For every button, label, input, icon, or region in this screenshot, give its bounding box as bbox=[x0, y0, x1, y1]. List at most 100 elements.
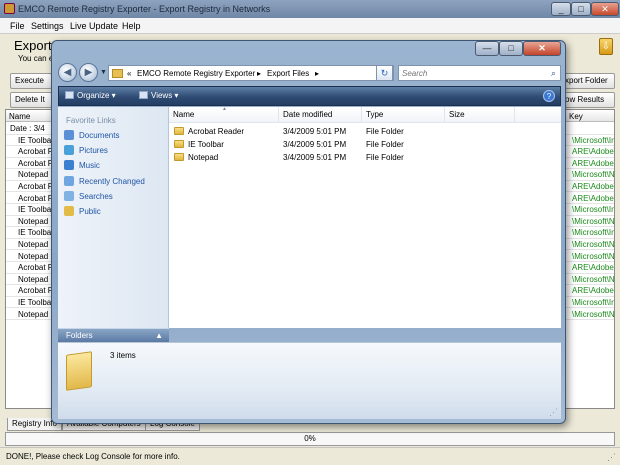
delete-button[interactable]: Delete It bbox=[10, 92, 52, 108]
recent-pages-chevron-icon[interactable]: ▼ bbox=[100, 69, 107, 76]
col-name[interactable]: Name ▲ bbox=[169, 106, 279, 123]
col-date-modified[interactable]: Date modified bbox=[279, 107, 362, 123]
show-results-button[interactable]: ow Results bbox=[560, 92, 615, 108]
col-type[interactable]: Type bbox=[362, 107, 445, 123]
folder-icon bbox=[174, 127, 184, 135]
item-count: 3 items bbox=[110, 351, 136, 360]
nav-link-label: Public bbox=[79, 207, 101, 216]
nav-link-searches[interactable]: Searches bbox=[64, 190, 113, 203]
file-list[interactable]: Name ▲ Date modified Type Size Acrobat Re… bbox=[169, 106, 561, 328]
row-name: Notepad bbox=[18, 170, 49, 180]
file-name: IE Toolbar bbox=[188, 140, 224, 149]
app-titlebar[interactable]: EMCO Remote Registry Exporter - Export R… bbox=[0, 0, 620, 18]
row-key: \Microsoft\Int bbox=[572, 297, 615, 307]
folders-toggle[interactable]: Folders ▲ bbox=[58, 328, 169, 342]
app-maximize-button[interactable]: □ bbox=[571, 2, 591, 16]
pictures-icon bbox=[64, 145, 74, 156]
col-name-label: Name bbox=[173, 110, 195, 119]
row-name: Notepad bbox=[18, 309, 49, 319]
row-key: \Microsoft\Int bbox=[572, 135, 615, 145]
row-name: IE Toolbar bbox=[18, 135, 54, 145]
resize-grip-icon[interactable]: ⋰ bbox=[607, 452, 617, 462]
row-key: ARE\Adobe\A bbox=[572, 147, 614, 157]
file-date: 3/4/2009 5:01 PM bbox=[283, 153, 347, 162]
details-pane: 3 items ⋰ bbox=[58, 342, 561, 419]
status-text: DONE!, Please check Log Console for more… bbox=[6, 452, 180, 461]
search-input[interactable] bbox=[402, 67, 542, 79]
address-field[interactable]: « EMCO Remote Registry Exporter ▸ Export… bbox=[108, 65, 394, 81]
row-key: ARE\Adobe\A bbox=[572, 286, 614, 296]
breadcrumb-export-files[interactable]: Export Files bbox=[267, 69, 309, 78]
file-name: Acrobat Reader bbox=[188, 127, 245, 136]
organize-icon bbox=[65, 91, 74, 99]
file-name: Notepad bbox=[188, 153, 219, 162]
nav-link-documents[interactable]: Documents bbox=[64, 130, 119, 142]
row-key: ARE\Adobe\A bbox=[572, 263, 614, 273]
views-button[interactable]: Views ▾ bbox=[139, 91, 178, 100]
explorer-close-button[interactable]: ✕ bbox=[523, 41, 561, 56]
search-icon[interactable]: ⌕ bbox=[551, 68, 556, 79]
music-icon bbox=[64, 160, 74, 171]
breadcrumb-separator-icon[interactable]: ▸ bbox=[315, 69, 319, 78]
row-name: Notepad bbox=[18, 239, 49, 249]
search-box[interactable]: ⌕ bbox=[398, 65, 561, 81]
file-type: File Folder bbox=[366, 140, 404, 149]
row-name: Notepad bbox=[18, 274, 49, 284]
resize-grip-icon[interactable]: ⋰ bbox=[549, 407, 558, 418]
execute-button[interactable]: Execute bbox=[10, 73, 52, 89]
menu-file[interactable]: File bbox=[10, 21, 25, 31]
sort-ascending-icon: ▲ bbox=[222, 106, 227, 112]
views-icon bbox=[139, 91, 148, 99]
nav-link-pictures[interactable]: Pictures bbox=[64, 145, 108, 157]
forward-button[interactable]: ▶ bbox=[79, 63, 98, 82]
page-heading: Export bbox=[14, 38, 52, 53]
file-row[interactable]: Notepad 3/4/2009 5:01 PM File Folder bbox=[169, 151, 561, 164]
explorer-maximize-button[interactable]: □ bbox=[499, 41, 523, 56]
refresh-button[interactable]: ↻ bbox=[376, 65, 393, 81]
file-row[interactable]: IE Toolbar 3/4/2009 5:01 PM File Folder bbox=[169, 138, 561, 151]
help-icon[interactable]: ? bbox=[543, 90, 555, 102]
file-type: File Folder bbox=[366, 153, 404, 162]
col-name-header[interactable]: Name bbox=[9, 112, 30, 121]
export-files-explorer-window[interactable]: — □ ✕ ◀ ▶ ▼ « EMCO Remote Registry Expor… bbox=[51, 40, 566, 424]
progress-bar: 0% bbox=[5, 432, 615, 446]
row-key: ARE\Adobe\A bbox=[572, 158, 614, 168]
breadcrumb-separator-icon[interactable]: ▸ bbox=[257, 69, 261, 78]
breadcrumb-emco[interactable]: EMCO Remote Registry Exporter bbox=[137, 69, 255, 78]
nav-link-public[interactable]: Public bbox=[64, 206, 101, 218]
menu-bar: File Settings Live Update Help bbox=[0, 18, 620, 34]
row-key: \Microsoft\Nc bbox=[572, 274, 615, 284]
file-date: 3/4/2009 5:01 PM bbox=[283, 140, 347, 149]
page-subheading: You can e bbox=[18, 54, 54, 63]
row-key: \Microsoft\Nc bbox=[572, 170, 615, 180]
row-key: \Microsoft\Nc bbox=[572, 309, 615, 319]
nav-link-music[interactable]: Music bbox=[64, 160, 100, 172]
download-icon[interactable]: ⇩ bbox=[599, 38, 613, 55]
app-minimize-button[interactable]: _ bbox=[551, 2, 571, 16]
menu-settings[interactable]: Settings bbox=[31, 21, 64, 31]
export-folder-button[interactable]: xport Folder bbox=[560, 73, 615, 89]
col-type-label: Type bbox=[366, 110, 384, 119]
back-button[interactable]: ◀ bbox=[58, 63, 77, 82]
menu-help[interactable]: Help bbox=[122, 21, 141, 31]
col-size[interactable]: Size bbox=[445, 107, 515, 123]
nav-link-label: Documents bbox=[79, 131, 120, 140]
app-close-button[interactable]: ✕ bbox=[591, 2, 619, 16]
file-row[interactable]: Acrobat Reader 3/4/2009 5:01 PM File Folde… bbox=[169, 125, 561, 138]
breadcrumb-overflow[interactable]: « bbox=[127, 69, 131, 78]
folder-icon bbox=[174, 153, 184, 161]
nav-link-recently-changed[interactable]: Recently Changed bbox=[64, 175, 145, 188]
row-name: IE Toolbar bbox=[18, 205, 54, 215]
col-key-header[interactable]: Key bbox=[569, 112, 583, 121]
menu-live-update[interactable]: Live Update bbox=[70, 21, 118, 31]
date-group-label: Date : 3/4 bbox=[10, 124, 45, 133]
organize-label: Organize ▾ bbox=[77, 91, 116, 100]
organize-button[interactable]: Organize ▾ bbox=[65, 91, 116, 100]
row-key: ARE\Adobe\A bbox=[572, 193, 614, 203]
explorer-minimize-button[interactable]: — bbox=[475, 41, 499, 56]
documents-icon bbox=[64, 130, 74, 140]
status-bar: DONE!, Please check Log Console for more… bbox=[0, 447, 620, 465]
app-icon bbox=[4, 3, 15, 14]
folder-icon bbox=[112, 69, 123, 78]
nav-link-label: Pictures bbox=[79, 146, 108, 156]
